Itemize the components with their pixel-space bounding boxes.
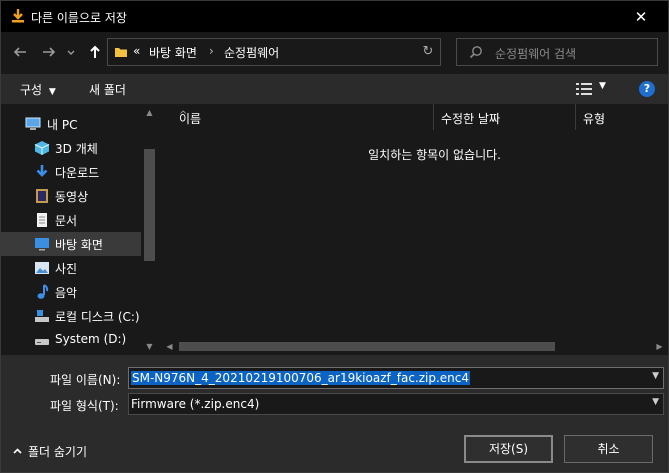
chevron-down-icon[interactable]: ▼ (652, 371, 659, 381)
arrow-left-icon (13, 47, 26, 57)
cube-icon (34, 141, 50, 155)
new-folder-button[interactable]: 새 폴더 (89, 81, 126, 98)
filename-input[interactable]: SM-N976N_4_20210219100706_ar19kioazf_fac… (128, 367, 664, 389)
scroll-up-icon[interactable]: ▲ (141, 106, 158, 120)
scroll-left-icon[interactable]: ◀ (161, 338, 178, 355)
music-icon (37, 284, 49, 299)
download-icon (36, 165, 48, 177)
arrow-right-icon (43, 47, 56, 57)
column-header-name[interactable]: 이름 ^ (171, 104, 433, 130)
filetype-label: 파일 형식(T): (50, 399, 119, 413)
pictures-icon (35, 262, 49, 274)
scroll-down-icon[interactable]: ▼ (141, 340, 158, 354)
nav-scrollbar[interactable]: ▲ ▼ (141, 104, 158, 355)
save-options: 파일 이름(N): SM-N976N_4_20210219100706_ar19… (1, 355, 668, 472)
horizontal-scroll-thumb[interactable] (179, 342, 555, 351)
nav-item-local-disk-c[interactable]: 로컬 디스크 (C:) (1, 304, 141, 328)
nav-item-music[interactable]: 음악 (1, 280, 141, 304)
scroll-right-icon[interactable]: ▶ (651, 338, 668, 355)
address-row: « 바탕 화면 › 순정펌웨어 ↻ 순정펌웨어 검색 (1, 32, 668, 74)
crumb-current-folder[interactable]: 순정펌웨어 (224, 44, 279, 61)
download-icon (12, 9, 24, 23)
column-header-modified[interactable]: 수정한 날짜 (433, 104, 575, 130)
horizontal-scrollbar[interactable]: ◀ ▶ (161, 338, 668, 355)
hide-folders-button[interactable]: 폴더 숨기기 (13, 443, 87, 460)
navigation-pane: 내 PC 3D 개체 다운로드 동영상 문서 바탕 화면 사진 음악 로컬 디스… (1, 104, 158, 355)
window-title: 다른 이름으로 저장 (31, 11, 127, 25)
nav-item-desktop[interactable]: 바탕 화면 (1, 232, 141, 256)
nav-item-downloads[interactable]: 다운로드 (1, 160, 141, 184)
local-disk-icon (35, 310, 49, 322)
chevron-up-icon (13, 448, 22, 454)
arrow-up-icon (90, 45, 100, 58)
nav-item-system-d[interactable]: System (D:) (1, 328, 141, 352)
save-as-dialog: 다른 이름으로 저장 ✕ « 바탕 화면 › 순정펌웨어 ↻ 순정펌웨어 검색 … (0, 0, 669, 473)
column-header-type[interactable]: 유형 (575, 104, 665, 130)
nav-scroll-thumb[interactable] (144, 149, 155, 261)
document-icon (37, 213, 47, 227)
nav-item-documents[interactable]: 문서 (1, 208, 141, 232)
help-icon[interactable]: ? (639, 81, 655, 97)
filename-value: SM-N976N_4_20210219100706_ar19kioazf_fac… (131, 371, 471, 385)
organize-label: 구성 (20, 83, 43, 97)
close-button[interactable]: ✕ (631, 7, 651, 27)
empty-message: 일치하는 항목이 없습니다. (368, 148, 501, 162)
search-input[interactable]: 순정펌웨어 검색 (456, 38, 658, 66)
filename-label: 파일 이름(N): (50, 373, 121, 387)
toolbar: 구성 ▼ 새 폴더 ▼ ? (1, 74, 668, 104)
search-placeholder: 순정펌웨어 검색 (495, 47, 577, 61)
folder-icon (115, 48, 127, 57)
nav-item-3d-objects[interactable]: 3D 개체 (1, 136, 141, 160)
address-bar[interactable]: « 바탕 화면 › 순정펌웨어 ↻ (107, 38, 441, 66)
crumb-separator[interactable]: › (209, 44, 214, 58)
desktop-icon (35, 238, 49, 251)
crumb-desktop[interactable]: 바탕 화면 (149, 44, 197, 61)
nav-item-this-pc[interactable]: 내 PC (1, 112, 141, 136)
nav-item-videos[interactable]: 동영상 (1, 184, 141, 208)
title-bar: 다른 이름으로 저장 ✕ (1, 1, 668, 32)
up-button[interactable] (85, 42, 105, 62)
organize-button[interactable]: 구성 ▼ (20, 81, 56, 98)
chevron-down-icon[interactable]: ▼ (652, 397, 659, 407)
cancel-button[interactable]: 취소 (564, 435, 653, 463)
chevron-down-icon (67, 50, 75, 55)
chevron-down-icon[interactable]: ▼ (599, 81, 606, 91)
view-options-icon[interactable] (576, 82, 592, 96)
pc-icon (25, 117, 41, 130)
address-overflow[interactable]: « (133, 44, 140, 58)
sort-ascending-icon: ^ (179, 110, 188, 121)
nav-item-pictures[interactable]: 사진 (1, 256, 141, 280)
save-button[interactable]: 저장(S) (464, 435, 553, 463)
search-icon (469, 46, 482, 59)
chevron-down-icon: ▼ (48, 87, 56, 97)
refresh-button[interactable]: ↻ (420, 44, 436, 60)
video-icon (36, 189, 48, 203)
filetype-select[interactable]: Firmware (*.zip.enc4) ▼ (128, 393, 664, 415)
filetype-value: Firmware (*.zip.enc4) (131, 397, 260, 411)
back-button[interactable] (10, 42, 30, 62)
drive-icon (35, 339, 49, 345)
file-list: 이름 ^ 수정한 날짜 유형 일치하는 항목이 없습니다. ◀ ▶ (161, 104, 668, 355)
forward-button[interactable] (39, 42, 59, 62)
recent-locations-button[interactable] (64, 42, 78, 62)
